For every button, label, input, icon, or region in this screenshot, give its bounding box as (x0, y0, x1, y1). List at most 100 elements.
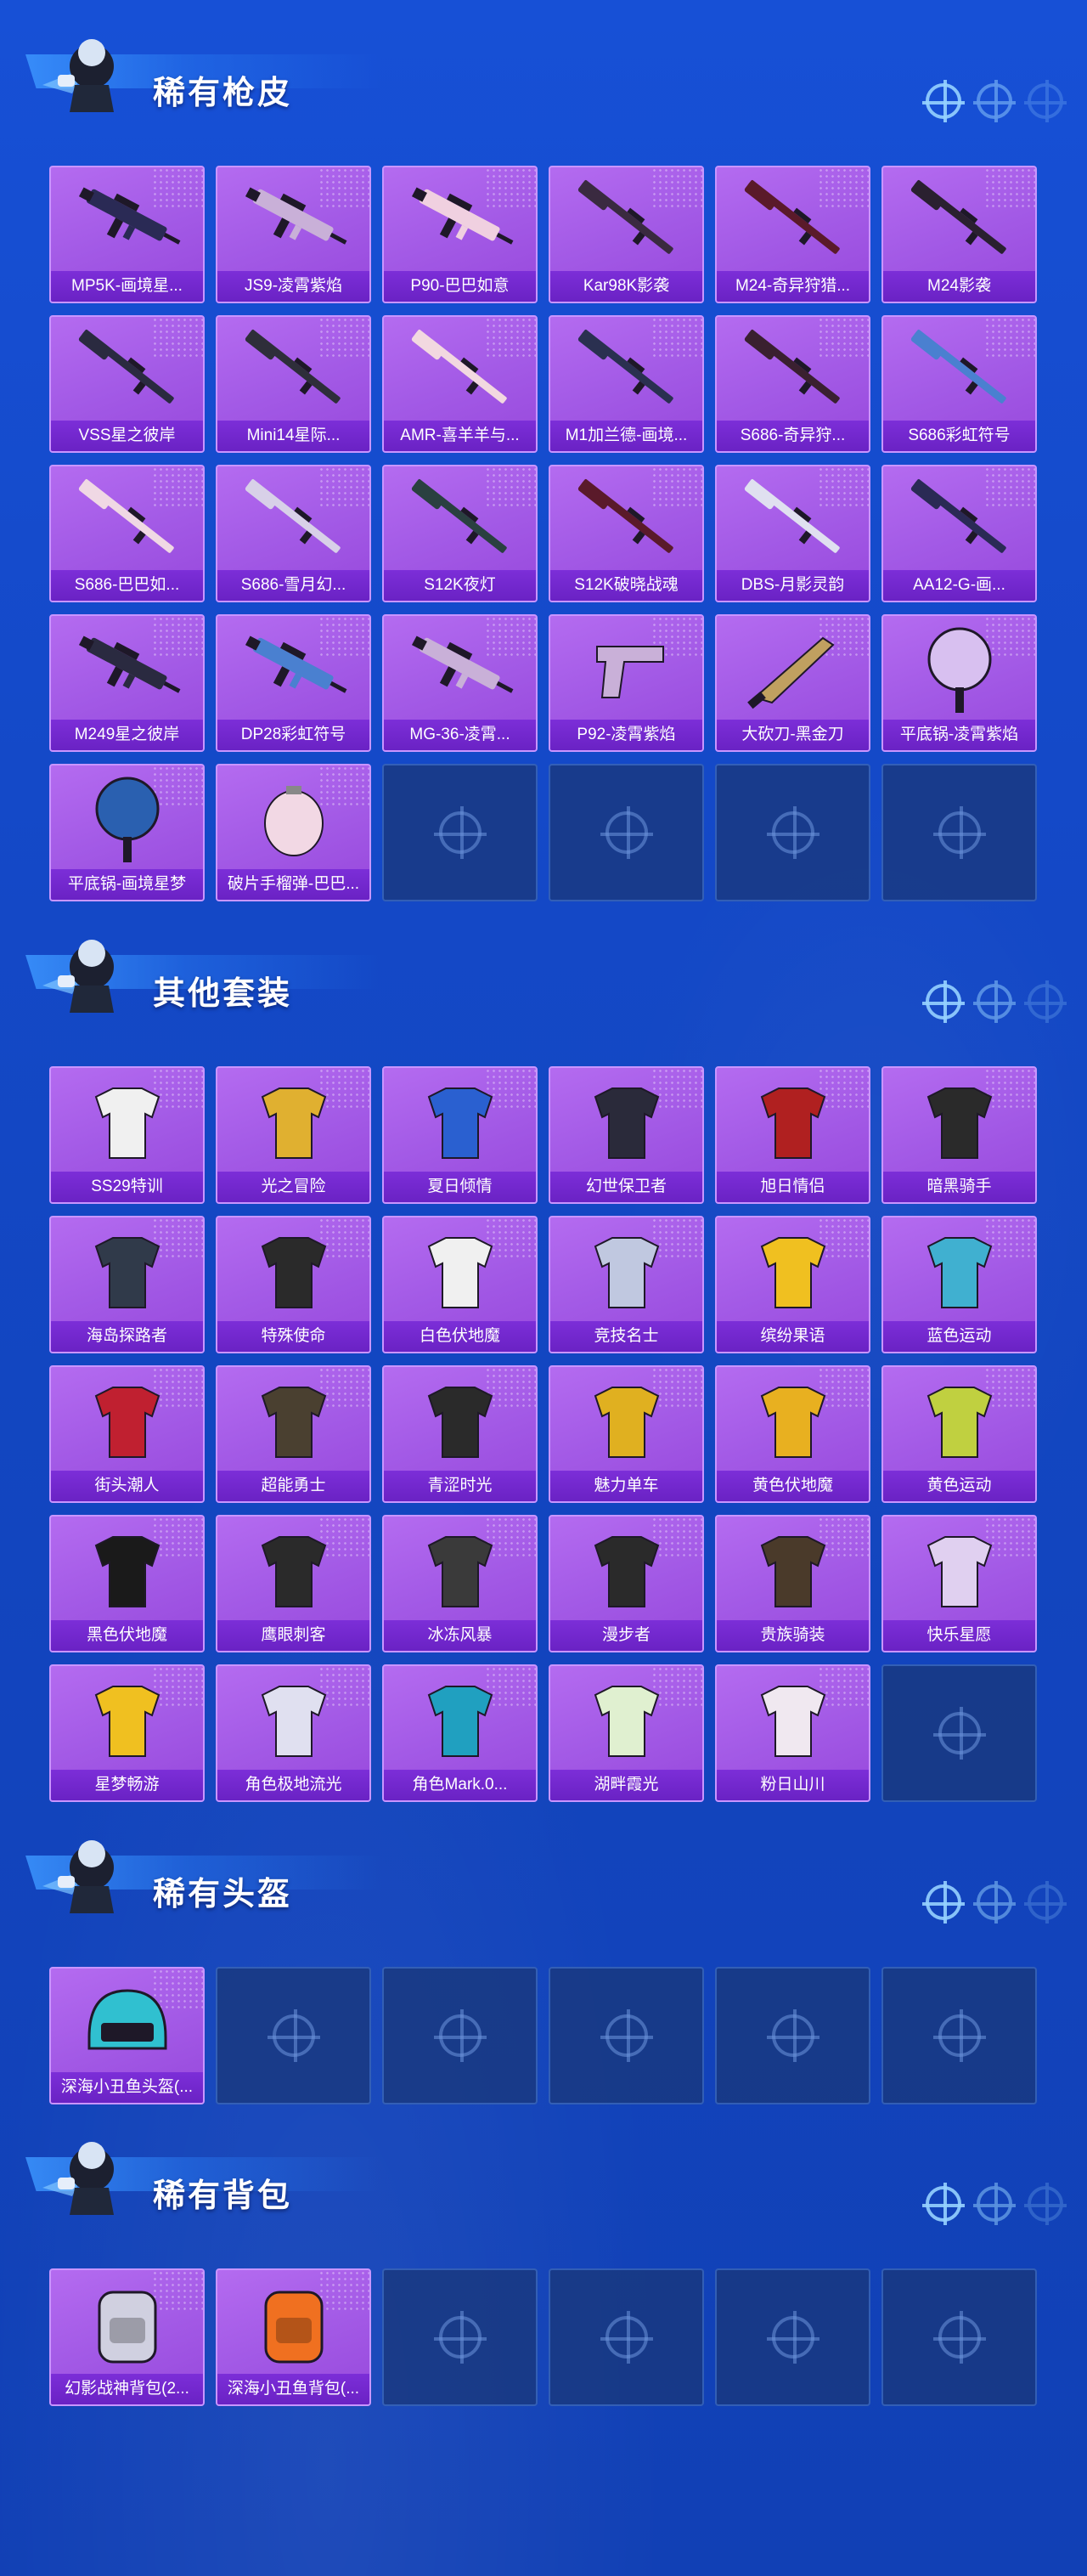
crosshair-icon (1024, 980, 1067, 1023)
item-label: S686-雪月幻... (217, 570, 369, 601)
item-label: AA12-G-画... (883, 570, 1035, 601)
item-card[interactable]: M249星之彼岸 (49, 614, 205, 752)
item-card[interactable]: 角色Mark.0... (382, 1664, 538, 1802)
item-label: 蓝色运动 (883, 1321, 1035, 1352)
outfit-icon (550, 1367, 702, 1471)
item-card[interactable]: 旭日情侣 (715, 1066, 870, 1204)
item-card[interactable]: 平底锅-凌霄紫焰 (881, 614, 1037, 752)
item-card[interactable]: S686-巴巴如... (49, 465, 205, 602)
item-card[interactable]: MG-36-凌霄... (382, 614, 538, 752)
item-label: P90-巴巴如意 (384, 271, 536, 302)
shotgun-icon (217, 466, 369, 570)
item-card[interactable]: 特殊使命 (216, 1216, 371, 1353)
lmg-icon (51, 616, 203, 720)
empty-slot-crosshair-icon (433, 2311, 487, 2364)
item-card[interactable]: 夏日倾情 (382, 1066, 538, 1204)
item-label: 角色Mark.0... (384, 1770, 536, 1800)
crosshair-icon (922, 980, 965, 1023)
item-card[interactable]: Kar98K影袭 (549, 166, 704, 303)
empty-slot (382, 2268, 538, 2406)
item-label: MP5K-画境星... (51, 271, 203, 302)
item-card[interactable]: 鹰眼刺客 (216, 1515, 371, 1652)
item-card[interactable]: M1加兰德-画境... (549, 315, 704, 453)
item-card[interactable]: 星梦畅游 (49, 1664, 205, 1802)
backpack-icon (51, 2270, 203, 2374)
shotgun-icon (883, 317, 1035, 421)
outfit-icon (51, 1068, 203, 1172)
crosshair-icon (1024, 80, 1067, 122)
item-card[interactable]: MP5K-画境星... (49, 166, 205, 303)
item-label: M249星之彼岸 (51, 720, 203, 750)
outfit-icon (883, 1068, 1035, 1172)
item-card[interactable]: SS29特训 (49, 1066, 205, 1204)
item-label: 海岛探路者 (51, 1321, 203, 1352)
empty-slot (881, 764, 1037, 901)
item-label: 平底锅-画境星梦 (51, 869, 203, 900)
item-card[interactable]: AMR-喜羊羊与... (382, 315, 538, 453)
outfit-icon (550, 1517, 702, 1620)
item-card[interactable]: 街头潮人 (49, 1365, 205, 1503)
item-card[interactable]: 海岛探路者 (49, 1216, 205, 1353)
section-title: 稀有枪皮 (153, 76, 293, 111)
item-card[interactable]: 角色极地流光 (216, 1664, 371, 1802)
item-card[interactable]: 竞技名士 (549, 1216, 704, 1353)
item-card[interactable]: 漫步者 (549, 1515, 704, 1652)
item-card[interactable]: 贵族骑装 (715, 1515, 870, 1652)
item-card[interactable]: 幻世保卫者 (549, 1066, 704, 1204)
mascot-avatar-icon (34, 935, 136, 1015)
item-card[interactable]: VSS星之彼岸 (49, 315, 205, 453)
item-card[interactable]: JS9-凌霄紫焰 (216, 166, 371, 303)
item-card[interactable]: 深海小丑鱼背包(... (216, 2268, 371, 2406)
item-card[interactable]: Mini14星际... (216, 315, 371, 453)
outfit-icon (717, 1217, 869, 1321)
item-card[interactable]: 缤纷果语 (715, 1216, 870, 1353)
item-card[interactable]: DBS-月影灵韵 (715, 465, 870, 602)
item-card[interactable]: 白色伏地魔 (382, 1216, 538, 1353)
outfit-icon (384, 1217, 536, 1321)
item-card[interactable]: 暗黑骑手 (881, 1066, 1037, 1204)
item-label: 幻世保卫者 (550, 1172, 702, 1202)
item-card[interactable]: 超能勇士 (216, 1365, 371, 1503)
item-card[interactable]: M24影袭 (881, 166, 1037, 303)
item-card[interactable]: M24-奇异狩猎... (715, 166, 870, 303)
item-label: S12K夜灯 (384, 570, 536, 601)
item-card[interactable]: P92-凌霄紫焰 (549, 614, 704, 752)
item-card[interactable]: 光之冒险 (216, 1066, 371, 1204)
item-card[interactable]: S686-雪月幻... (216, 465, 371, 602)
item-card[interactable]: S686-奇异狩... (715, 315, 870, 453)
item-card[interactable]: P90-巴巴如意 (382, 166, 538, 303)
item-card[interactable]: AA12-G-画... (881, 465, 1037, 602)
rifle-icon (550, 167, 702, 271)
empty-slot-crosshair-icon (932, 1707, 986, 1760)
item-card[interactable]: 深海小丑鱼头盔(... (49, 1967, 205, 2104)
item-card[interactable]: 幻影战神背包(2... (49, 2268, 205, 2406)
item-card[interactable]: 快乐星愿 (881, 1515, 1037, 1652)
item-card[interactable]: S686彩虹符号 (881, 315, 1037, 453)
crosshair-icon (973, 2183, 1016, 2225)
item-card[interactable]: 黄色伏地魔 (715, 1365, 870, 1503)
item-card[interactable]: 魅力单车 (549, 1365, 704, 1503)
item-card[interactable]: 大砍刀-黑金刀 (715, 614, 870, 752)
item-card[interactable]: 破片手榴弹-巴巴... (216, 764, 371, 901)
shotgun-icon (717, 317, 869, 421)
item-card[interactable]: 蓝色运动 (881, 1216, 1037, 1353)
item-card[interactable]: 黑色伏地魔 (49, 1515, 205, 1652)
empty-slot (382, 1967, 538, 2104)
outfit-icon (217, 1666, 369, 1770)
item-card[interactable]: S12K夜灯 (382, 465, 538, 602)
item-card[interactable]: 冰冻风暴 (382, 1515, 538, 1652)
crosshair-icon (1024, 1881, 1067, 1924)
item-card[interactable]: 平底锅-画境星梦 (49, 764, 205, 901)
item-label: 黄色伏地魔 (717, 1471, 869, 1501)
item-card[interactable]: 湖畔霞光 (549, 1664, 704, 1802)
item-label: 光之冒险 (217, 1172, 369, 1202)
item-card[interactable]: 青涩时光 (382, 1365, 538, 1503)
item-card[interactable]: DP28彩虹符号 (216, 614, 371, 752)
backpack-icon (217, 2270, 369, 2374)
inventory-section: 稀有背包 幻影战神背包(2... 深海小丑鱼背包(... (0, 2103, 1087, 2418)
item-card[interactable]: 黄色运动 (881, 1365, 1037, 1503)
rifle-icon (217, 317, 369, 421)
item-label: 白色伏地魔 (384, 1321, 536, 1352)
item-card[interactable]: S12K破晓战魂 (549, 465, 704, 602)
item-card[interactable]: 粉日山川 (715, 1664, 870, 1802)
